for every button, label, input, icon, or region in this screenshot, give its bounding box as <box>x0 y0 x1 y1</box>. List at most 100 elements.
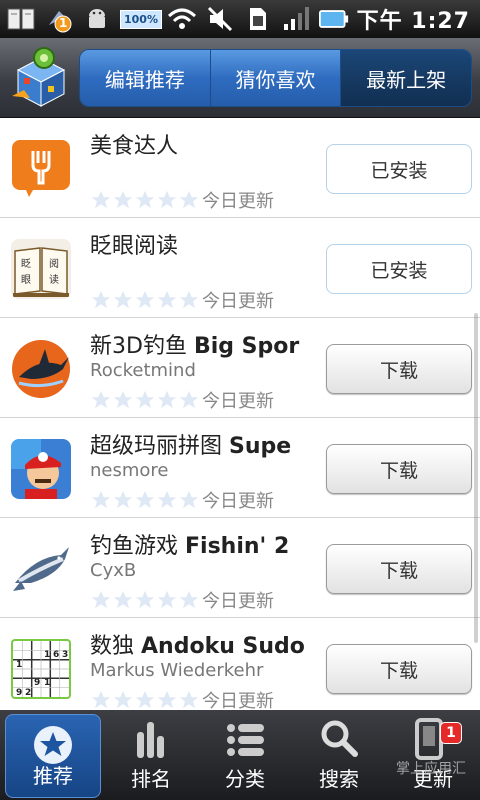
nav-search[interactable]: 搜索 <box>292 710 386 800</box>
search-icon <box>321 720 358 757</box>
mario-icon <box>11 439 71 499</box>
update-status: 今日更新 <box>202 391 274 412</box>
app-name: 美食达人 <box>90 134 179 159</box>
update-status: 今日更新 <box>202 591 274 612</box>
update-badge: 1 <box>440 722 462 744</box>
nav-category[interactable]: 分类 <box>198 710 292 800</box>
star-icon <box>179 290 199 309</box>
download-button[interactable]: 下载 <box>326 344 472 394</box>
star-icon <box>34 726 72 764</box>
bottom-nav: 推荐 排名 分类 搜索 1 更新 掌上应用汇 <box>0 710 480 800</box>
list-item[interactable]: 1 6 3 9 1 9 2 1 数独 Andoku Sudo Markus Wi… <box>0 618 480 710</box>
nav-update[interactable]: 1 更新 掌上应用汇 <box>386 710 480 800</box>
list-item[interactable]: 超级玛丽拼图 Supe nesmore 今日更新 下载 <box>0 418 480 518</box>
nav-ranking[interactable]: 排名 <box>104 710 198 800</box>
download-button[interactable]: 下载 <box>326 444 472 494</box>
star-icon <box>157 190 177 209</box>
wifi-icon <box>167 5 197 33</box>
download-button[interactable]: 下载 <box>326 644 472 694</box>
sudoku-digit: 1 <box>44 650 50 660</box>
app-name: 钓鱼游戏 Fishin' 2 <box>90 534 290 559</box>
list-item[interactable]: 美食达人 今日更新 已安装 <box>0 118 480 218</box>
update-status: 今日更新 <box>202 691 274 710</box>
app-rating: 今日更新 <box>90 287 274 313</box>
sim-card-icon <box>243 5 273 33</box>
nav-label: 排名 <box>131 767 171 791</box>
star-icon <box>135 390 155 409</box>
book-notification-icon <box>6 5 36 33</box>
battery-percent: 100% <box>120 9 162 29</box>
bars-icon <box>137 722 164 758</box>
app-name: 数独 Andoku Sudo <box>90 634 305 659</box>
star-icon <box>91 190 111 209</box>
sudoku-icon: 1 6 3 9 1 9 2 1 <box>11 639 71 699</box>
notification-count: 1 <box>59 16 68 30</box>
tuna-icon <box>11 539 71 599</box>
category-tabs: 编辑推荐 猜你喜欢 最新上架 <box>79 49 472 107</box>
app-developer: Rocketmind <box>90 360 196 381</box>
app-developer: nesmore <box>90 460 169 481</box>
tab-editor-picks[interactable]: 编辑推荐 <box>80 50 211 106</box>
app-logo-icon[interactable] <box>8 44 74 110</box>
star-icon <box>179 390 199 409</box>
svg-text:读: 读 <box>49 273 59 286</box>
tab-new-arrivals[interactable]: 最新上架 <box>341 50 471 106</box>
star-icon <box>91 690 111 709</box>
marlin-icon <box>11 339 71 399</box>
app-rating: 今日更新 <box>90 587 274 613</box>
star-icon <box>135 490 155 509</box>
screen: 1 100% 下午 1:27 编辑推荐 猜你喜欢 最新上架 美食达人 今日更新 … <box>0 0 480 800</box>
svg-text:眼: 眼 <box>21 274 31 286</box>
star-icon <box>113 490 133 509</box>
star-icon <box>157 590 177 609</box>
star-icon <box>157 290 177 309</box>
watermark: 掌上应用汇 <box>396 761 466 777</box>
tab-you-may-like[interactable]: 猜你喜欢 <box>210 50 342 106</box>
star-icon <box>113 590 133 609</box>
nav-recommend[interactable]: 推荐 <box>5 714 101 798</box>
sudoku-digit: 9 <box>16 688 22 697</box>
list-icon <box>227 724 264 756</box>
update-status: 今日更新 <box>202 291 274 312</box>
star-icon <box>113 390 133 409</box>
svg-text:眨: 眨 <box>21 258 31 270</box>
star-icon <box>135 590 155 609</box>
star-icon <box>135 190 155 209</box>
installed-button[interactable]: 已安装 <box>326 244 472 294</box>
mute-icon <box>205 5 235 33</box>
sudoku-digit: 6 <box>53 650 59 660</box>
battery-icon <box>318 5 349 33</box>
star-icon <box>157 390 177 409</box>
sudoku-digit: 1 <box>44 678 50 688</box>
list-item[interactable]: 钓鱼游戏 Fishin' 2 CyxB 今日更新 下载 <box>0 518 480 618</box>
star-icon <box>91 390 111 409</box>
app-list: 美食达人 今日更新 已安装 眨眼阅读 眨眼阅读 今日更新 已安装 新3D钓鱼 B… <box>0 118 480 710</box>
star-icon <box>113 290 133 309</box>
star-icon <box>179 690 199 709</box>
installed-button[interactable]: 已安装 <box>326 144 472 194</box>
star-icon <box>179 490 199 509</box>
sudoku-digit: 3 <box>62 650 68 660</box>
app-rating: 今日更新 <box>90 687 274 710</box>
list-scrollbar[interactable] <box>474 313 478 643</box>
nav-label: 搜索 <box>319 767 359 791</box>
app-name: 新3D钓鱼 Big Spor <box>90 334 300 359</box>
download-button[interactable]: 下载 <box>326 544 472 594</box>
star-icon <box>91 590 111 609</box>
star-icon <box>113 190 133 209</box>
sudoku-digit: 1 <box>16 660 22 670</box>
update-status: 今日更新 <box>202 191 274 212</box>
app-rating: 今日更新 <box>90 187 274 213</box>
clock: 下午 1:27 <box>356 9 470 34</box>
list-item[interactable]: 新3D钓鱼 Big Spor Rocketmind 今日更新 下载 <box>0 318 480 418</box>
update-status: 今日更新 <box>202 491 274 512</box>
book-icon: 眨眼 阅读 <box>11 239 71 299</box>
star-icon <box>135 690 155 709</box>
app-name: 眨眼阅读 <box>90 234 179 259</box>
app-developer: Markus Wiederkehr <box>90 660 264 681</box>
star-icon <box>91 290 111 309</box>
sudoku-digit: 9 <box>34 678 40 688</box>
nav-label: 分类 <box>225 767 265 791</box>
android-debug-icon <box>82 5 112 33</box>
list-item[interactable]: 眨眼阅读 眨眼阅读 今日更新 已安装 <box>0 218 480 318</box>
